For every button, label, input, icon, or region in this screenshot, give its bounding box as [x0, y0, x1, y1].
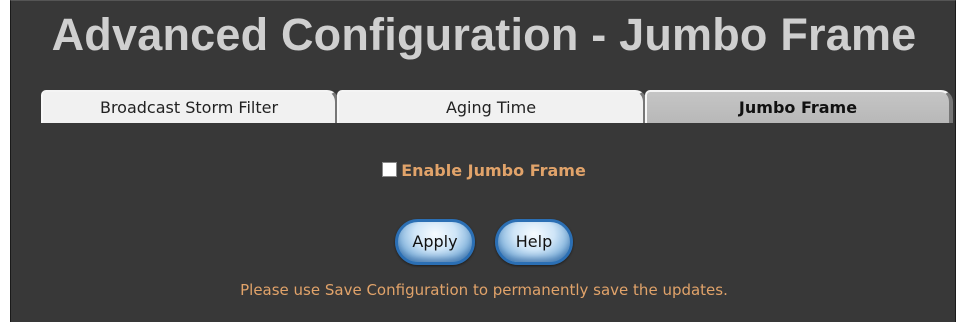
help-button[interactable]: Help — [495, 219, 573, 265]
help-button-label: Help — [515, 232, 553, 251]
button-row: Apply Help — [11, 219, 957, 269]
tab-jumbo-frame[interactable]: Jumbo Frame — [645, 90, 953, 123]
apply-button[interactable]: Apply — [395, 219, 475, 265]
content-panel: Advanced Configuration - Jumbo Frame Bro… — [10, 0, 956, 322]
tab-broadcast-storm-filter[interactable]: Broadcast Storm Filter — [41, 90, 339, 123]
page-title: Advanced Configuration - Jumbo Frame — [51, 9, 917, 60]
tab-aging-time[interactable]: Aging Time — [337, 90, 647, 123]
enable-jumbo-frame-checkbox[interactable] — [382, 162, 398, 177]
enable-jumbo-frame-row: Enable Jumbo Frame — [11, 160, 957, 182]
tab-bar: Broadcast Storm Filter Aging Time Jumbo … — [41, 90, 953, 123]
enable-jumbo-frame-label: Enable Jumbo Frame — [401, 161, 586, 180]
apply-button-label: Apply — [412, 232, 458, 251]
save-configuration-note: Please use Save Configuration to permane… — [240, 281, 728, 299]
